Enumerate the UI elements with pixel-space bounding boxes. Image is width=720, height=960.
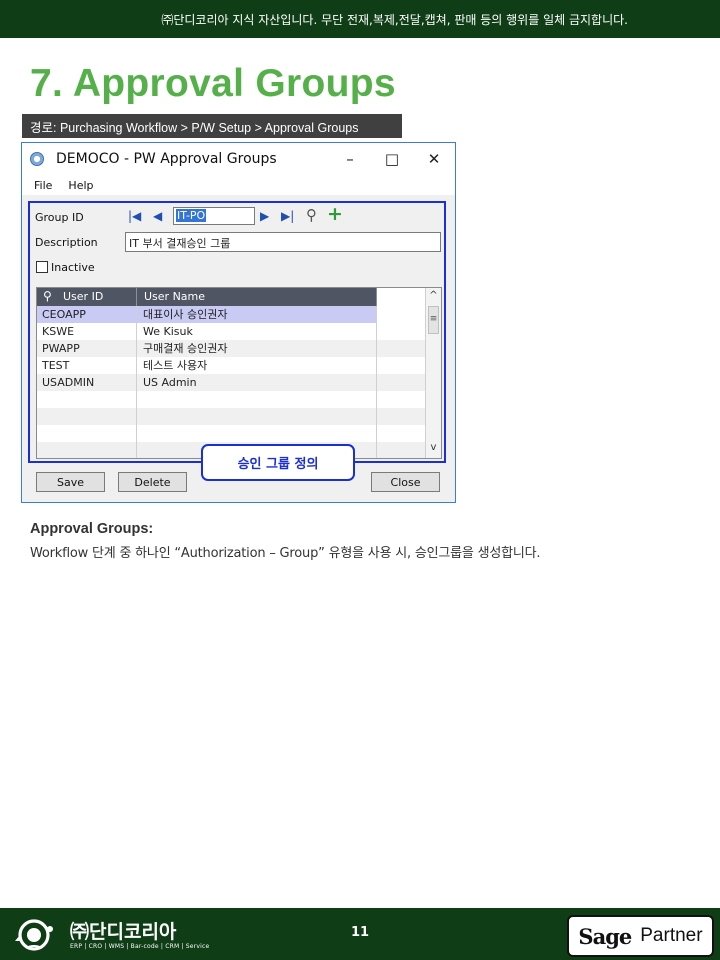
group-id-value: IT-PO bbox=[176, 209, 207, 222]
navigation-path: 경로: Purchasing Workflow > P/W Setup > Ap… bbox=[22, 114, 402, 138]
user-name-cell bbox=[137, 408, 377, 425]
section-heading: Approval Groups: bbox=[30, 521, 154, 537]
approval-group-callout: 승인 그룹 정의 bbox=[201, 444, 355, 481]
table-row[interactable] bbox=[37, 408, 425, 425]
sage-logo-text: Sage bbox=[578, 923, 632, 949]
grid-header: ⚲ User ID User Name bbox=[37, 288, 377, 306]
user-id-cell: CEOAPP bbox=[37, 306, 137, 323]
row-filler bbox=[377, 374, 425, 391]
maximize-button[interactable]: □ bbox=[371, 150, 413, 168]
user-grid: ⚲ User ID User Name CEOAPP 대표이사 승인권자 KSW… bbox=[36, 287, 442, 459]
last-record-icon[interactable]: ▶| bbox=[281, 209, 294, 223]
user-name-cell: US Admin bbox=[137, 374, 377, 391]
page-number: 11 bbox=[350, 925, 370, 940]
page-title: 7. Approval Groups bbox=[30, 62, 396, 105]
row-filler bbox=[377, 425, 425, 442]
close-window-button[interactable]: ✕ bbox=[413, 150, 455, 168]
user-id-cell: TEST bbox=[37, 357, 137, 374]
table-row[interactable]: TEST 테스트 사용자 bbox=[37, 357, 425, 374]
column-header-user-id-label: User ID bbox=[63, 290, 104, 303]
user-id-cell: USADMIN bbox=[37, 374, 137, 391]
minimize-button[interactable]: – bbox=[329, 150, 371, 168]
user-id-cell bbox=[37, 391, 137, 408]
user-name-cell: 구매결재 승인권자 bbox=[137, 340, 377, 357]
scroll-down-icon[interactable]: v bbox=[426, 442, 441, 453]
group-id-label: Group ID bbox=[35, 211, 84, 224]
inactive-label: Inactive bbox=[51, 261, 95, 274]
description-input[interactable]: IT 부서 결재승인 그룹 bbox=[125, 232, 441, 252]
user-name-cell: We Kisuk bbox=[137, 323, 377, 340]
row-filler bbox=[377, 340, 425, 357]
column-header-user-name-label: User Name bbox=[144, 290, 206, 303]
delete-button[interactable]: Delete bbox=[118, 472, 187, 492]
search-icon[interactable]: ⚲ bbox=[306, 206, 317, 224]
page-footer: ㈜단디코리아 ERP | CRO | WMS | Bar-code | CRM … bbox=[0, 908, 720, 960]
user-name-cell: 대표이사 승인권자 bbox=[137, 306, 377, 323]
previous-record-icon[interactable]: ◀ bbox=[153, 209, 162, 223]
partner-label: Partner bbox=[640, 925, 703, 946]
company-tagline: ERP | CRO | WMS | Bar-code | CRM | Servi… bbox=[70, 943, 210, 950]
first-record-icon[interactable]: |◀ bbox=[128, 209, 141, 223]
row-filler bbox=[377, 408, 425, 425]
user-id-cell bbox=[37, 425, 137, 442]
user-name-cell bbox=[137, 425, 377, 442]
row-filler bbox=[377, 323, 425, 340]
group-id-input[interactable]: IT-PO bbox=[173, 207, 255, 225]
table-row[interactable]: PWAPP 구매결재 승인권자 bbox=[37, 340, 425, 357]
user-name-cell bbox=[137, 391, 377, 408]
approval-group-form: Group ID |◀ ◀ IT-PO ▶ ▶| ⚲ + Description… bbox=[28, 201, 446, 463]
sage-partner-badge: Sage Partner bbox=[567, 915, 714, 957]
add-icon[interactable]: + bbox=[327, 203, 343, 225]
window-title: DEMOCO - PW Approval Groups bbox=[56, 151, 277, 167]
user-id-cell: PWAPP bbox=[37, 340, 137, 357]
section-description: Workflow 단계 중 하나인 “Authorization – Group… bbox=[30, 546, 541, 561]
column-header-user-name[interactable]: User Name bbox=[137, 288, 377, 306]
table-row[interactable]: CEOAPP 대표이사 승인권자 bbox=[37, 306, 425, 323]
column-header-user-id[interactable]: ⚲ User ID bbox=[37, 288, 137, 306]
top-notice-bar: ㈜단디코리아 지식 자산입니다. 무단 전재,복제,전달,캡쳐, 판매 등의 행… bbox=[0, 0, 720, 38]
grid-scrollbar[interactable]: ^ ≡ v bbox=[425, 288, 441, 458]
approval-groups-window: DEMOCO - PW Approval Groups – □ ✕ File H… bbox=[21, 142, 456, 503]
table-row[interactable] bbox=[37, 391, 425, 408]
scroll-thumb[interactable]: ≡ bbox=[428, 306, 439, 334]
grid-search-icon[interactable]: ⚲ bbox=[43, 288, 52, 305]
row-filler bbox=[377, 391, 425, 408]
row-filler bbox=[377, 306, 425, 323]
scroll-up-icon[interactable]: ^ bbox=[426, 290, 441, 301]
table-row[interactable] bbox=[37, 425, 425, 442]
app-icon bbox=[30, 152, 44, 166]
description-label: Description bbox=[35, 236, 98, 249]
menu-bar: File Help bbox=[22, 175, 455, 195]
window-titlebar: DEMOCO - PW Approval Groups – □ ✕ bbox=[22, 143, 455, 175]
copyright-notice: ㈜단디코리아 지식 자산입니다. 무단 전재,복제,전달,캡쳐, 판매 등의 행… bbox=[161, 12, 628, 27]
row-filler bbox=[377, 357, 425, 374]
next-record-icon[interactable]: ▶ bbox=[260, 209, 269, 223]
user-id-cell: KSWE bbox=[37, 323, 137, 340]
table-row[interactable]: USADMIN US Admin bbox=[37, 374, 425, 391]
inactive-checkbox[interactable] bbox=[36, 261, 48, 273]
close-button[interactable]: Close bbox=[371, 472, 440, 492]
user-id-cell bbox=[37, 408, 137, 425]
user-name-cell: 테스트 사용자 bbox=[137, 357, 377, 374]
window-controls: – □ ✕ bbox=[329, 150, 455, 168]
user-id-cell bbox=[37, 442, 137, 458]
save-button[interactable]: Save bbox=[36, 472, 105, 492]
table-row[interactable]: KSWE We Kisuk bbox=[37, 323, 425, 340]
menu-help[interactable]: Help bbox=[68, 179, 93, 192]
menu-file[interactable]: File bbox=[34, 179, 52, 192]
company-logo-icon bbox=[15, 919, 53, 951]
company-name: ㈜단디코리아 bbox=[70, 921, 177, 943]
row-filler bbox=[377, 442, 425, 458]
navigation-path-text: 경로: Purchasing Workflow > P/W Setup > Ap… bbox=[30, 120, 359, 135]
